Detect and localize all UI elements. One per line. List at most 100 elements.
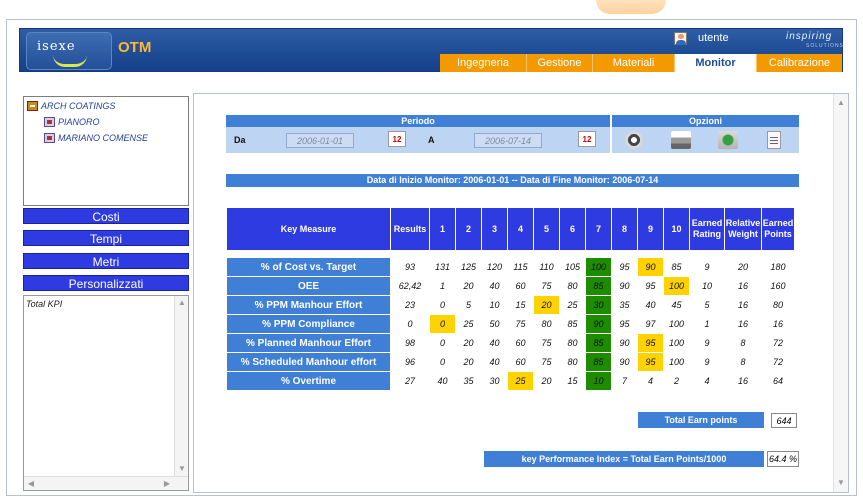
nav-monitor[interactable]: Monitor (674, 54, 756, 72)
score-cell-8: 35 (619, 300, 630, 310)
earned-points-cell: 16 (772, 319, 783, 329)
relative-weight-cell: 16 (737, 376, 748, 386)
monitor-panel: ▲ ▼ Periodo Opzioni Da 2006-01-01 12 A 2… (193, 93, 849, 493)
score-cell-9: 90 (638, 258, 663, 276)
nav-materiali[interactable]: Materiali (592, 54, 674, 72)
results-cell: 96 (404, 357, 415, 367)
score-cell-8: 7 (621, 376, 627, 386)
row-label: % PPM Compliance (227, 315, 390, 333)
scroll-down-icon[interactable]: ▼ (176, 463, 188, 475)
date-from-field[interactable]: 2006-01-01 (286, 133, 354, 148)
score-cell-10: 100 (668, 319, 685, 329)
score-cell-3: 40 (489, 338, 500, 348)
earned-points-cell: 180 (770, 262, 786, 272)
earned-rating-cell: 10 (701, 281, 712, 291)
score-cell-2: 125 (460, 262, 477, 272)
row-label: OEE (227, 277, 390, 295)
results-cell: 0 (407, 319, 413, 329)
score-cell-6: 15 (567, 376, 578, 386)
kpi-list-hscrollbar[interactable]: ◀ ▶ (24, 476, 188, 490)
export-icon[interactable] (718, 131, 738, 149)
calendar-to-icon[interactable]: 12 (578, 131, 596, 147)
score-cell-4: 75 (515, 319, 526, 329)
nav-ingegneria[interactable]: Ingegneria (440, 54, 526, 72)
relative-weight-cell: 8 (740, 338, 746, 348)
score-cell-3: 40 (489, 357, 500, 367)
row-label: % Scheduled Manhour effort (227, 353, 390, 371)
menu-personalizzati[interactable]: Personalizzati (23, 275, 189, 291)
scroll-up-icon[interactable]: ▲ (835, 97, 847, 109)
score-cell-2: 35 (463, 376, 474, 386)
row-label: % Overtime (227, 372, 390, 390)
score-cell-4: 15 (515, 300, 526, 310)
tree-node-root[interactable]: ARCH COATINGS (27, 101, 115, 111)
score-cell-10: 45 (671, 300, 682, 310)
score-cell-5: 80 (541, 319, 552, 329)
print-icon[interactable] (671, 131, 691, 149)
col-relative-weight: Relative Weight (725, 208, 761, 250)
date-to-field[interactable]: 2006-07-14 (474, 133, 542, 148)
calendar-from-icon[interactable]: 12 (388, 131, 406, 147)
tree-node-mariano-comense[interactable]: MARIANO COMENSE (44, 133, 148, 143)
score-cell-5: 75 (541, 357, 552, 367)
score-cell-10: 2 (673, 376, 679, 386)
table-row: % Overtime 27 40 35 30 25 20 15 10 7 4 2 4 16 64 (227, 372, 794, 390)
scroll-down-icon[interactable]: ▼ (835, 477, 847, 489)
col-results: Results (391, 208, 429, 250)
row-label: % PPM Manhour Effort (227, 296, 390, 314)
score-cell-7: 10 (586, 372, 611, 390)
table-row: % PPM Manhour Effort 23 0 5 10 15 20 25 30 35 40 45… (227, 296, 794, 314)
tree-label: PIANORO (58, 117, 100, 127)
scroll-left-icon[interactable]: ◀ (25, 478, 37, 490)
score-cell-7: 85 (586, 353, 611, 371)
score-cell-1: 131 (434, 262, 451, 272)
opzioni-bar (612, 127, 799, 153)
score-cell-7: 90 (586, 315, 611, 333)
kpi-index-label: key Performance Index = Total Earn Point… (484, 451, 764, 467)
score-cell-10: 100 (664, 277, 689, 295)
col-7: 7 (586, 208, 611, 250)
table-spacer-row (227, 251, 794, 257)
score-cell-6: 80 (567, 357, 578, 367)
total-earn-label: Total Earn points (638, 412, 764, 428)
main-vscrollbar[interactable]: ▲ ▼ (833, 94, 848, 492)
kpi-list-item[interactable]: Total KPI (26, 299, 62, 309)
menu-metri[interactable]: Metri (23, 253, 189, 269)
username[interactable]: utente (698, 32, 729, 44)
nav-calibrazione[interactable]: Calibrazione (756, 54, 842, 72)
score-cell-7: 100 (586, 258, 611, 276)
isexe-logo[interactable]: isexe (26, 32, 112, 70)
earned-rating-cell: 5 (704, 300, 710, 310)
score-cell-9: 95 (645, 281, 656, 291)
score-cell-4: 60 (515, 338, 526, 348)
scroll-up-icon[interactable]: ▲ (176, 297, 188, 309)
score-cell-3: 10 (489, 300, 500, 310)
table-header-row: Key Measure Results 1 2 3 4 5 6 7 8 9 10… (227, 208, 794, 250)
score-cell-1: 0 (430, 315, 455, 333)
col-6: 6 (560, 208, 585, 250)
score-cell-3: 30 (489, 376, 500, 386)
kpi-table: Key Measure Results 1 2 3 4 5 6 7 8 9 10… (226, 207, 795, 391)
earned-rating-cell: 4 (704, 376, 710, 386)
col-8: 8 (612, 208, 637, 250)
score-cell-4: 60 (515, 357, 526, 367)
monitor-date-range: Data di Inizio Monitor: 2006-01-01 -- Da… (226, 174, 799, 187)
menu-costi[interactable]: Costi (23, 208, 189, 224)
earned-rating-cell: 1 (704, 319, 710, 329)
scroll-right-icon[interactable]: ▶ (161, 478, 173, 490)
relative-weight-cell: 16 (737, 319, 748, 329)
kpi-list-vscrollbar[interactable]: ▲ ▼ (174, 296, 188, 476)
company-icon (27, 101, 38, 111)
score-cell-3: 40 (489, 281, 500, 291)
document-icon[interactable] (767, 131, 781, 149)
score-cell-4: 25 (508, 372, 533, 390)
menu-tempi[interactable]: Tempi (23, 230, 189, 246)
tree-node-pianoro[interactable]: PIANORO (44, 117, 100, 127)
score-cell-2: 25 (463, 319, 474, 329)
nav-gestione[interactable]: Gestione (526, 54, 592, 72)
a-label: A (428, 135, 435, 145)
score-cell-9: 40 (645, 300, 656, 310)
refresh-icon[interactable] (625, 131, 643, 149)
table-row: % PPM Compliance 0 0 25 50 75 80 85 90 95 97 100 1 16… (227, 315, 794, 333)
score-cell-5: 110 (539, 262, 554, 272)
